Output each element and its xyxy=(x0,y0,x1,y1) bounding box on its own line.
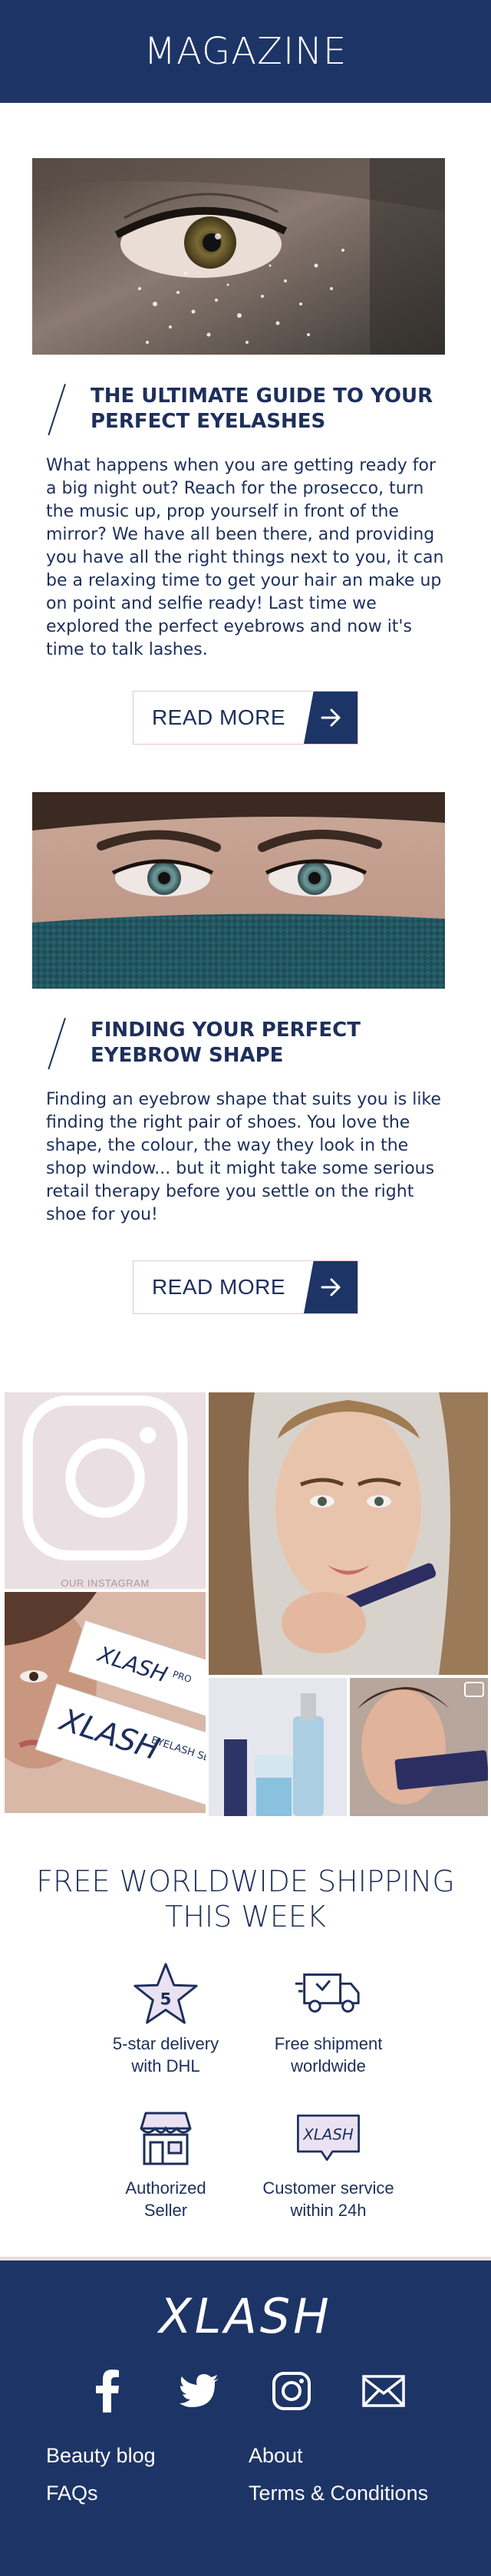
instagram-post-model[interactable] xyxy=(209,1392,488,1675)
shipping-title-line2: THIS WEEK xyxy=(165,1900,326,1934)
footer-logo[interactable]: XLASH xyxy=(0,2288,491,2344)
instagram-column-left: OUR INSTAGRAM XLASH PRO XLASH EYELASH SE… xyxy=(5,1392,206,1819)
article-title[interactable]: FINDING YOUR PERFECT EYEBROW SHAPE xyxy=(91,1018,459,1068)
article-eyelashes: THE ULTIMATE GUIDE TO YOUR PERFECT EYELA… xyxy=(0,158,491,745)
feature-grid: 5 5-star delivery with DHL Free shipment… xyxy=(0,1959,491,2221)
svg-text:XLASH: XLASH xyxy=(302,2126,354,2144)
footer-link-faqs[interactable]: FAQs xyxy=(46,2482,249,2505)
feature-shipment: Free shipment worldwide xyxy=(252,1959,405,2077)
read-more-label: READ MORE xyxy=(151,705,286,729)
feature-delivery: 5 5-star delivery with DHL xyxy=(89,1959,242,2077)
star-icon: 5 xyxy=(131,1959,200,2028)
footer-links: Beauty blog About FAQs Terms & Condition… xyxy=(46,2444,491,2505)
feature-label: 5-star delivery with DHL xyxy=(112,2034,219,2076)
shipping-title-line1: FREE WORLDWIDE SHIPPING xyxy=(36,1864,455,1898)
divider-slash xyxy=(58,384,72,434)
article-image-eyebrows[interactable] xyxy=(32,792,445,989)
footer-link-beauty-blog[interactable]: Beauty blog xyxy=(46,2444,249,2468)
instagram-post-product-box[interactable]: XLASH PRO XLASH EYELASH SERUM xyxy=(5,1592,206,1813)
article-header: THE ULTIMATE GUIDE TO YOUR PERFECT EYELA… xyxy=(58,384,459,434)
instagram-row-bottom xyxy=(209,1678,488,1816)
truck-icon xyxy=(294,1959,363,2028)
shipping-section: FREE WORLDWIDE SHIPPING THIS WEEK 5 5-st… xyxy=(0,1864,491,2221)
instagram-column-right xyxy=(209,1392,488,1819)
arrow-right-icon xyxy=(304,1261,358,1313)
article-header: FINDING YOUR PERFECT EYEBROW SHAPE xyxy=(58,1018,459,1068)
mail-icon[interactable] xyxy=(360,2367,407,2415)
page-title: MAGAZINE xyxy=(143,30,348,73)
instagram-label: OUR INSTAGRAM xyxy=(61,1577,150,1589)
svg-text:5: 5 xyxy=(160,1990,172,2010)
article-eyebrows: FINDING YOUR PERFECT EYEBROW SHAPE Findi… xyxy=(0,792,491,1314)
feature-support: XLASH Customer service within 24h xyxy=(252,2103,405,2221)
social-links xyxy=(0,2367,491,2415)
instagram-icon xyxy=(22,1395,188,1561)
feature-label: Free shipment worldwide xyxy=(274,2034,383,2076)
feature-seller: Authorized Seller xyxy=(89,2103,242,2221)
read-more-button[interactable]: READ MORE xyxy=(133,691,358,745)
feature-label: Customer service within 24h xyxy=(262,2178,394,2220)
instagram-post-bottles[interactable] xyxy=(209,1678,347,1816)
instagram-grid: OUR INSTAGRAM XLASH PRO XLASH EYELASH SE… xyxy=(0,1392,491,1819)
instagram-icon[interactable] xyxy=(268,2367,315,2415)
facebook-icon[interactable] xyxy=(84,2367,131,2415)
twitter-icon[interactable] xyxy=(176,2367,223,2415)
divider-slash xyxy=(58,1018,72,1068)
article-title[interactable]: THE ULTIMATE GUIDE TO YOUR PERFECT EYELA… xyxy=(91,384,459,434)
header: MAGAZINE xyxy=(0,0,491,103)
chat-bubble-icon: XLASH xyxy=(294,2103,363,2172)
read-more-button[interactable]: READ MORE xyxy=(133,1260,358,1314)
arrow-right-icon xyxy=(304,692,358,744)
footer-link-about[interactable]: About xyxy=(249,2444,451,2468)
article-image-eyelashes[interactable] xyxy=(32,158,445,355)
article-excerpt: Finding an eyebrow shape that suits you … xyxy=(46,1090,441,1224)
footer-link-terms[interactable]: Terms & Conditions xyxy=(249,2482,451,2505)
footer: XLASH Beauty blog About FAQs Terms & Con… xyxy=(0,2257,491,2576)
newsletter-page: MAGAZINE THE ULTIMATE GUIDE TO YOUR PERF… xyxy=(0,0,491,2576)
article-excerpt: What happens when you are getting ready … xyxy=(46,456,444,659)
store-icon xyxy=(131,2103,200,2172)
feature-label: Authorized Seller xyxy=(125,2178,206,2220)
instagram-promo-tile[interactable]: OUR INSTAGRAM xyxy=(5,1392,206,1589)
instagram-post-selfie[interactable] xyxy=(350,1678,488,1816)
read-more-label: READ MORE xyxy=(151,1275,286,1299)
